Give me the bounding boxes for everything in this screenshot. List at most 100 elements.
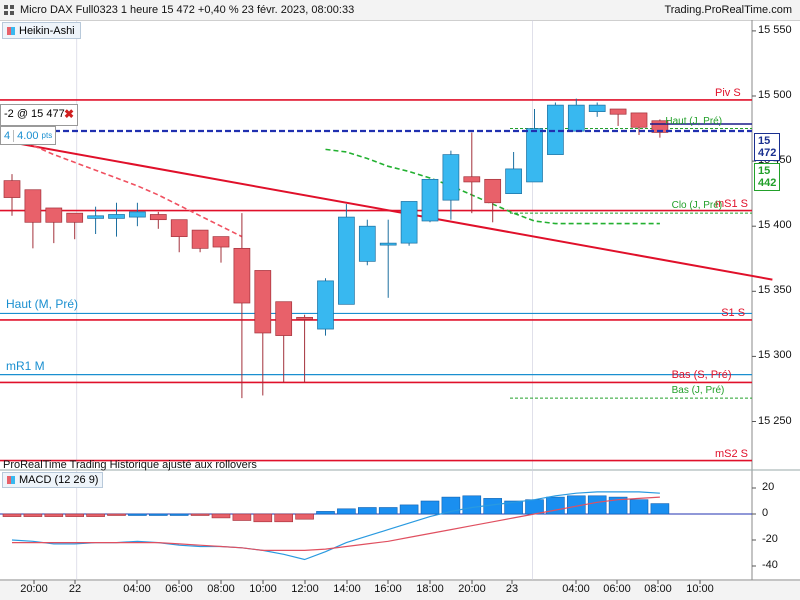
macd-bar <box>316 511 335 515</box>
macd-bar <box>2 513 22 517</box>
price-tick-label: 15 250 <box>758 414 792 427</box>
macd-bar <box>378 507 398 515</box>
level-label: mS2 S <box>715 447 749 460</box>
candle-body <box>567 104 585 132</box>
candle-body <box>338 216 355 305</box>
candle-body <box>254 270 272 334</box>
candle-body <box>484 178 502 204</box>
time-tick-label: 22 <box>68 583 82 595</box>
order-label: -2 @ 15 477 <box>4 108 65 120</box>
candle-body <box>421 178 439 222</box>
candle-body <box>233 247 251 304</box>
level-label: Bas (J, Pré) <box>671 385 725 397</box>
macd-bar <box>107 513 126 516</box>
macd-tick-label: 0 <box>762 507 769 519</box>
time-tick-label: 20:00 <box>458 583 486 595</box>
last-price-box: 15 472 <box>754 133 781 161</box>
candle-body <box>358 225 376 262</box>
time-tick-label: 04:00 <box>562 583 590 595</box>
macd-bar <box>65 513 84 517</box>
price-tick-label: 15 500 <box>758 89 792 101</box>
macd-bar <box>295 513 314 520</box>
macd-bar <box>190 513 210 516</box>
macd-bar <box>23 513 43 517</box>
macd-bar <box>337 508 356 515</box>
level-label: Haut (M, Pré) <box>6 297 79 312</box>
macd-bar <box>399 504 419 515</box>
time-tick-label: 16:00 <box>374 583 402 595</box>
time-tick-label: 04:00 <box>123 583 151 595</box>
candle-body <box>379 242 397 246</box>
time-tick-label: 10:00 <box>249 583 277 595</box>
candle-body <box>24 189 42 223</box>
time-tick-label: 06:00 <box>165 583 193 595</box>
candle-body <box>400 201 418 244</box>
candle-body <box>149 214 167 221</box>
candle-body <box>129 211 146 218</box>
macd-tick-label: 20 <box>762 481 775 493</box>
candle-body <box>45 207 63 223</box>
macd-bar <box>357 507 377 515</box>
time-tick-label: 18:00 <box>416 583 444 595</box>
order-quantity-box[interactable]: 4 4.00 pts <box>0 126 57 145</box>
order-line-label[interactable]: -2 @ 15 477 ✖ <box>0 104 78 126</box>
level-label: Haut (J, Pré) <box>665 115 723 127</box>
level-label: Clo (J, Pré) <box>671 200 723 212</box>
candle-body <box>296 316 313 320</box>
time-tick-label: 23 <box>505 583 519 595</box>
time-tick-label: 06:00 <box>603 583 631 595</box>
price-tick-label: 15 350 <box>758 284 792 297</box>
heikin-ashi-badge[interactable]: Heikin-Ashi <box>2 22 81 39</box>
candle-body <box>212 236 230 248</box>
level-label: mR1 M <box>6 358 45 373</box>
candle-body <box>191 229 209 249</box>
macd-bar <box>629 499 649 515</box>
macd-tick-label: -20 <box>762 533 778 545</box>
indicator-swatch-icon <box>7 26 15 35</box>
candle-body <box>526 128 543 183</box>
ma-price-box: 15 442 <box>754 163 781 191</box>
time-tick-label: 08:00 <box>207 583 235 595</box>
macd-bar <box>149 513 168 516</box>
time-tick-label: 08:00 <box>644 583 672 595</box>
candle-body <box>630 112 648 128</box>
candle-body <box>463 176 481 183</box>
candle-body <box>317 280 334 330</box>
macd-bar <box>650 503 670 515</box>
macd-label: MACD (12 26 9) <box>19 474 99 486</box>
macd-bar <box>274 513 294 523</box>
candle-body <box>609 108 627 115</box>
macd-bar <box>587 495 607 515</box>
candle-body <box>275 301 293 336</box>
order-value[interactable]: 4.00 <box>13 129 41 142</box>
macd-bar <box>44 513 64 517</box>
candle-body <box>442 154 460 201</box>
macd-bar <box>525 499 544 515</box>
candle-body <box>108 214 125 219</box>
price-tick-label: 15 300 <box>758 349 792 362</box>
macd-bar <box>86 513 105 517</box>
time-tick-label: 20:00 <box>20 583 48 595</box>
subpanel-header: ProRealTime Trading Historique ajusté au… <box>3 459 257 471</box>
order-quantity[interactable]: 4 <box>1 130 13 142</box>
price-chart[interactable] <box>0 0 800 600</box>
level-label: Piv S <box>715 86 741 99</box>
macd-badge[interactable]: MACD (12 26 9) <box>2 472 104 488</box>
time-tick-label: 14:00 <box>333 583 361 595</box>
macd-bar <box>211 513 231 519</box>
time-tick-label: 10:00 <box>686 583 714 595</box>
macd-bar <box>420 500 440 515</box>
price-tick-label: 15 550 <box>758 23 792 36</box>
candle-body <box>588 104 606 112</box>
candle-body <box>3 180 21 198</box>
macd-bar <box>462 495 482 515</box>
candle-body <box>170 219 188 237</box>
heikin-ashi-label: Heikin-Ashi <box>19 24 75 37</box>
level-label: Bas (S, Pré) <box>671 369 732 382</box>
close-icon[interactable]: ✖ <box>64 107 74 121</box>
level-label: S1 S <box>721 306 746 319</box>
macd-bar <box>169 513 189 516</box>
macd-bar <box>232 513 252 521</box>
indicator-swatch-icon <box>7 476 15 484</box>
macd-bar <box>128 513 147 516</box>
